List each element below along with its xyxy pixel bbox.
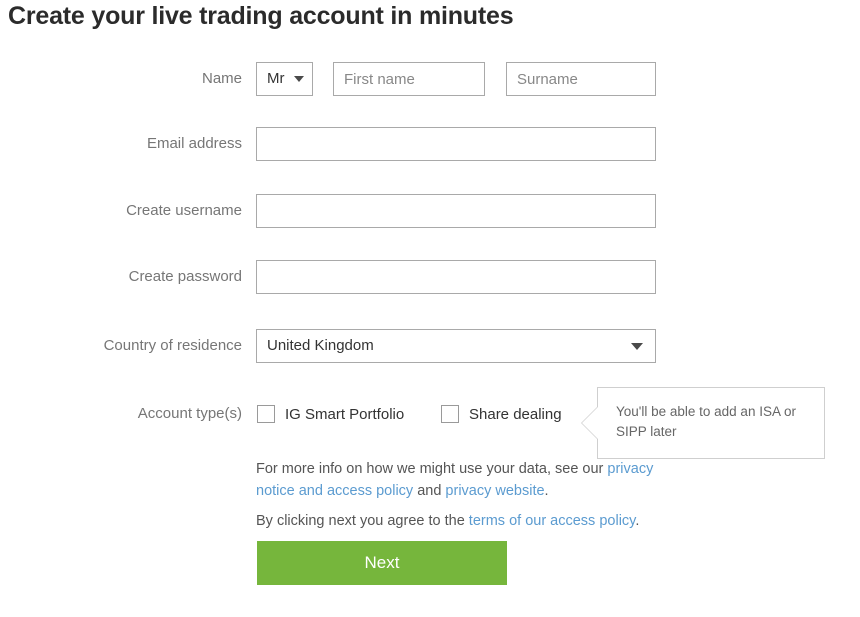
legal-text-part: For more info on how we might use your d… — [256, 461, 608, 477]
tooltip-text: You'll be able to add an ISA or SIPP lat… — [616, 404, 796, 439]
password-input[interactable] — [256, 260, 656, 294]
terms-access-policy-link[interactable]: terms of our access policy — [469, 513, 636, 529]
first-name-input[interactable] — [333, 62, 485, 96]
privacy-website-link[interactable]: privacy website — [445, 483, 544, 499]
page-title: Create your live trading account in minu… — [8, 2, 514, 30]
legal-text-part: and — [413, 483, 446, 499]
checkbox-share-dealing[interactable]: Share dealing — [441, 403, 562, 425]
checkbox-label: Share dealing — [469, 405, 562, 423]
checkbox-box-icon[interactable] — [441, 405, 459, 423]
username-label: Create username — [126, 202, 242, 219]
name-label: Name — [201, 70, 242, 87]
password-label: Create password — [128, 268, 242, 285]
surname-input[interactable] — [506, 62, 656, 96]
legal-text-part: . — [544, 483, 549, 499]
checkbox-ig-smart-portfolio[interactable]: IG Smart Portfolio — [257, 403, 404, 425]
country-select[interactable]: United Kingdom — [256, 329, 656, 363]
form-row-name: Name Mr — [0, 62, 860, 96]
form-row-country: Country of residence United Kingdom — [0, 329, 860, 363]
title-select-value: Mr — [267, 70, 285, 87]
legal-text-part: . — [635, 513, 640, 529]
email-input[interactable] — [256, 127, 656, 161]
country-select-value: United Kingdom — [267, 337, 374, 354]
username-input[interactable] — [256, 194, 656, 228]
form-row-password: Create password — [0, 260, 860, 294]
form-row-email: Email address — [0, 127, 860, 161]
next-button[interactable]: Next — [257, 541, 507, 585]
country-label: Country of residence — [103, 337, 242, 354]
chevron-down-icon — [294, 76, 304, 82]
legal-text-part: By clicking next you agree to the — [256, 513, 469, 529]
account-type-label: Account type(s) — [137, 405, 242, 422]
form-row-username: Create username — [0, 194, 860, 228]
checkbox-label: IG Smart Portfolio — [285, 405, 405, 423]
legal-data-usage: For more info on how we might use your d… — [256, 458, 658, 502]
email-label: Email address — [146, 135, 242, 152]
account-type-tooltip: You'll be able to add an ISA or SIPP lat… — [581, 387, 825, 459]
tooltip-arrow-fill-icon — [582, 406, 599, 440]
legal-terms-agreement: By clicking next you agree to the terms … — [256, 510, 658, 532]
checkbox-box-icon[interactable] — [257, 405, 275, 423]
chevron-down-icon — [631, 343, 643, 350]
title-select[interactable]: Mr — [256, 62, 313, 96]
